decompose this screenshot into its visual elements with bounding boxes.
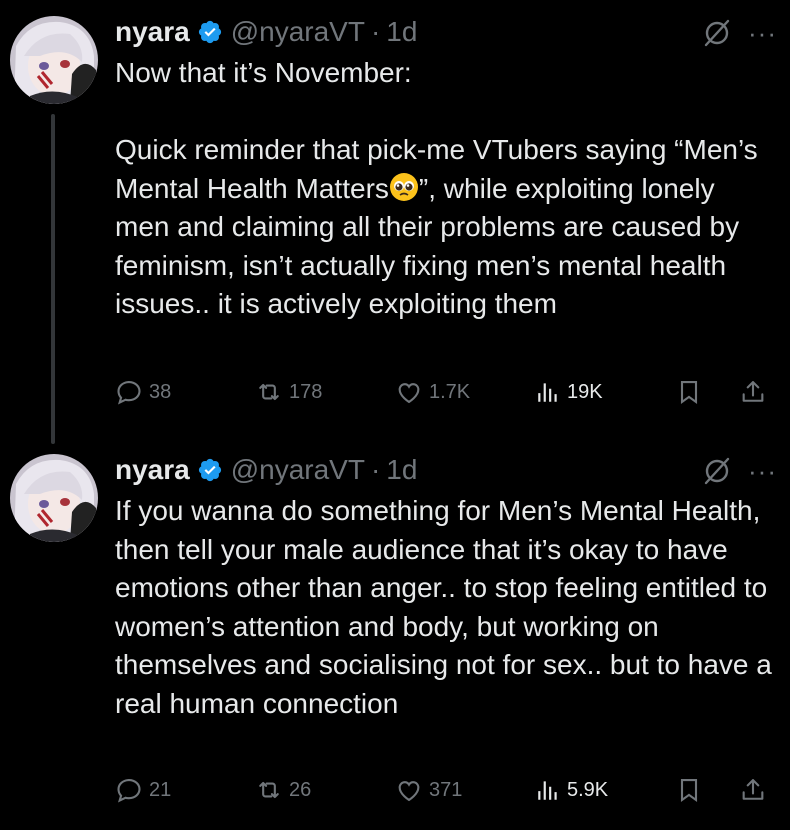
user-handle[interactable]: @nyaraVT <box>231 16 365 48</box>
repost-button[interactable]: 26 <box>255 774 311 806</box>
action-bar: 21 26 371 5.9K <box>115 774 785 806</box>
views-button[interactable]: 5.9K <box>535 774 608 806</box>
reply-icon <box>117 779 141 803</box>
like-button[interactable]: 371 <box>395 774 462 806</box>
verified-badge-icon <box>198 20 221 44</box>
views-count: 19K <box>567 380 603 403</box>
views-button[interactable]: 19K <box>535 376 603 408</box>
thread-line <box>51 114 55 444</box>
reply-button[interactable]: 38 <box>115 376 171 408</box>
views-icon <box>538 383 557 402</box>
like-icon <box>398 383 420 404</box>
repost-icon <box>259 383 279 401</box>
tweet-2[interactable]: nyara @nyaraVT · 1d ··· If you wanna do … <box>0 440 790 830</box>
verified-badge-icon <box>198 458 221 482</box>
timestamp[interactable]: 1d <box>386 454 417 486</box>
tweet-header: nyara @nyaraVT · 1d <box>115 452 417 488</box>
reply-button[interactable]: 21 <box>115 774 171 806</box>
repost-count: 26 <box>289 778 312 801</box>
share-icon <box>742 381 764 402</box>
tweet-text: Now that it’s November: Quick reminder t… <box>115 54 775 324</box>
share-button[interactable] <box>739 774 773 806</box>
repost-icon <box>259 781 279 799</box>
pleading-face-emoji <box>389 172 418 201</box>
like-button[interactable]: 1.7K <box>395 376 470 408</box>
views-count: 5.9K <box>567 778 609 801</box>
bookmark-button[interactable] <box>675 774 709 806</box>
action-bar: 38 178 1.7K 19K <box>115 376 785 408</box>
share-icon <box>742 779 764 800</box>
like-count: 371 <box>429 778 463 801</box>
grok-icon[interactable] <box>702 456 732 486</box>
repost-count: 178 <box>289 380 323 403</box>
repost-button[interactable]: 178 <box>255 376 322 408</box>
display-name[interactable]: nyara <box>115 454 190 486</box>
avatar[interactable] <box>10 454 98 542</box>
display-name[interactable]: nyara <box>115 16 190 48</box>
separator-dot: · <box>370 16 381 47</box>
more-options-icon[interactable]: ··· <box>748 458 777 484</box>
reply-icon <box>117 381 141 405</box>
tweet-text: If you wanna do something for Men’s Ment… <box>115 495 780 719</box>
bookmark-button[interactable] <box>675 376 709 408</box>
like-count: 1.7K <box>429 380 471 403</box>
more-options-icon[interactable]: ··· <box>748 20 777 46</box>
bookmark-icon <box>680 779 698 802</box>
reply-count: 38 <box>149 380 172 403</box>
bookmark-icon <box>680 381 698 404</box>
avatar[interactable] <box>10 16 98 104</box>
like-icon <box>398 781 420 802</box>
reply-count: 21 <box>149 778 172 801</box>
grok-icon[interactable] <box>702 18 732 48</box>
tweet-1[interactable]: nyara @nyaraVT · 1d ··· Now that it’s No… <box>0 0 790 444</box>
views-icon <box>538 781 557 800</box>
user-handle[interactable]: @nyaraVT <box>231 454 365 486</box>
tweet-header: nyara @nyaraVT · 1d <box>115 14 417 50</box>
share-button[interactable] <box>739 376 773 408</box>
timestamp[interactable]: 1d <box>386 16 417 48</box>
separator-dot: · <box>370 454 381 485</box>
